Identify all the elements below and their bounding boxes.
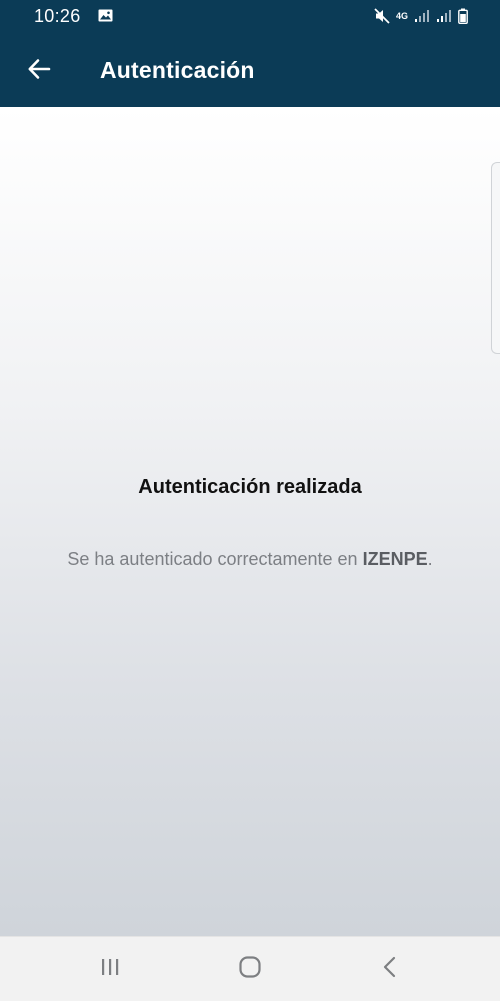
signal-2-icon [436,9,452,23]
mute-icon [374,8,390,24]
image-notification-icon [98,9,113,22]
result-title: Autenticación realizada [138,476,362,498]
home-button[interactable] [230,951,270,987]
signal-icon [414,9,430,23]
system-nav-bar [0,936,500,1001]
network-label: 4G [395,11,408,21]
recents-button[interactable] [90,951,130,987]
status-bar: 10:26 4G [0,0,500,34]
back-icon [380,955,400,984]
nav-back-button[interactable] [370,951,410,987]
result-message-entity: IZENPE [362,549,428,569]
result-message-suffix: . [427,549,433,569]
page-title: Autenticación [100,57,255,83]
app-bar: Autenticación [0,34,500,107]
result-message-prefix: Se ha autenticado correctamente en [67,549,363,569]
back-button[interactable] [20,52,58,90]
home-icon [238,955,262,984]
content-area: Autenticación realizada Se ha autenticad… [0,107,500,936]
battery-icon [458,8,468,24]
recents-icon [98,957,122,982]
scroll-indicator[interactable] [491,162,500,354]
result-message: Se ha autenticado correctamente en IZENP… [0,549,500,570]
status-icons: 4G [374,8,468,24]
status-time: 10:26 [34,6,81,26]
arrow-left-icon [27,57,51,86]
